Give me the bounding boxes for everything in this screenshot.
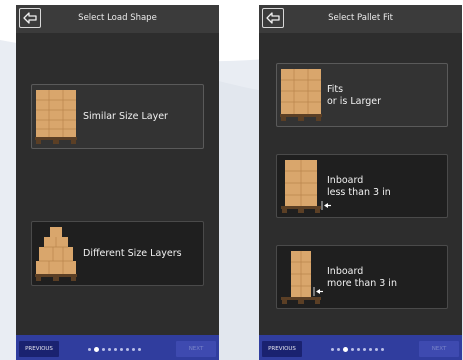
option-label: Similar Size Layer xyxy=(83,111,168,122)
page-dot xyxy=(369,347,372,351)
inboard-more-than-3in-option[interactable]: Inboard more than 3 in xyxy=(276,245,448,309)
next-button[interactable]: NEXT xyxy=(419,341,459,357)
page-dot xyxy=(102,347,105,351)
page-title: Select Pallet Fit xyxy=(328,13,393,23)
page-dot-current xyxy=(94,346,99,352)
different-size-layers-option[interactable]: Different Size Layers xyxy=(31,221,204,286)
previous-button[interactable]: PREVIOUS xyxy=(19,341,59,357)
top-bar: Select Load Shape xyxy=(16,5,219,33)
page-dot xyxy=(375,347,378,351)
next-button[interactable]: NEXT xyxy=(176,341,216,357)
footer-bar: PREVIOUS NEXT xyxy=(259,335,462,360)
page-dot xyxy=(363,347,366,351)
load-shape-screen: Select Load Shape Similar Size Layer Dif… xyxy=(16,5,219,360)
inboard-large-pallet-icon xyxy=(281,251,323,304)
page-title: Select Load Shape xyxy=(78,13,157,23)
fits-pallet-icon xyxy=(280,69,322,121)
similar-size-layer-option[interactable]: Similar Size Layer xyxy=(31,84,204,149)
page-indicator xyxy=(88,346,141,352)
inboard-small-pallet-icon xyxy=(281,160,331,213)
page-dot xyxy=(381,347,384,351)
page-dot xyxy=(88,347,91,351)
page-dot xyxy=(357,347,360,351)
page-dot xyxy=(331,347,334,351)
page-dot xyxy=(351,347,354,351)
pallet-fit-screen: Select Pallet Fit Fits or is Larger Inbo… xyxy=(259,5,462,360)
previous-button[interactable]: PREVIOUS xyxy=(262,341,302,357)
footer-bar: PREVIOUS NEXT xyxy=(16,335,219,360)
page-dot xyxy=(120,347,123,351)
page-dot xyxy=(132,347,135,351)
page-dot xyxy=(138,347,141,351)
option-label: Inboard less than 3 in xyxy=(327,175,391,198)
page-dot xyxy=(126,347,129,351)
option-label: Inboard more than 3 in xyxy=(327,266,397,289)
page-dot xyxy=(337,347,340,351)
mixed-layers-pallet-icon xyxy=(35,227,77,281)
page-dot xyxy=(114,347,117,351)
inboard-less-than-3in-option[interactable]: Inboard less than 3 in xyxy=(276,154,448,218)
page-indicator xyxy=(331,346,384,352)
fits-or-larger-option[interactable]: Fits or is Larger xyxy=(276,63,448,127)
option-label: Fits or is Larger xyxy=(327,84,381,107)
uniform-layers-pallet-icon xyxy=(35,90,77,144)
page-dot-current xyxy=(343,346,348,352)
top-bar: Select Pallet Fit xyxy=(259,5,462,33)
page-dot xyxy=(108,347,111,351)
option-label: Different Size Layers xyxy=(83,248,182,259)
